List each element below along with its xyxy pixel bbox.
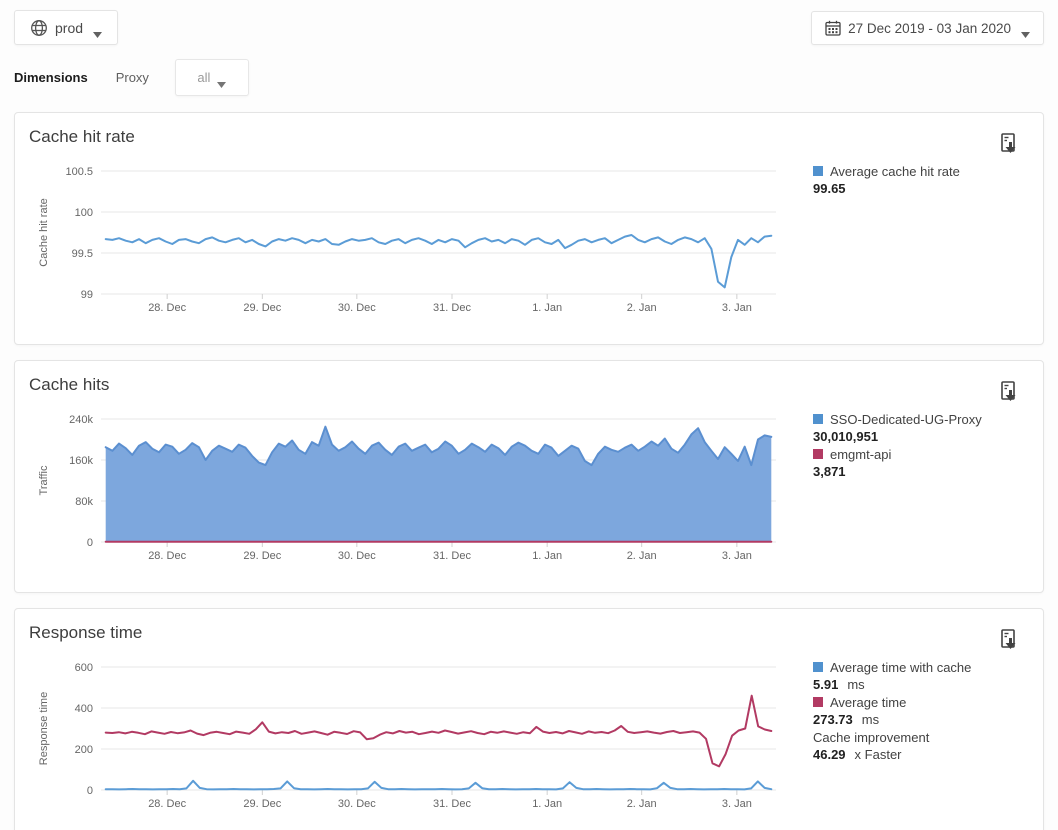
chevron-down-icon	[1021, 25, 1030, 31]
dimension-name-proxy: Proxy	[116, 70, 149, 85]
svg-text:99: 99	[81, 289, 93, 301]
svg-text:99.5: 99.5	[72, 248, 93, 260]
svg-text:1. Jan: 1. Jan	[532, 550, 562, 562]
cache-hits-chart[interactable]: 240k 160k 80k 0 28. Dec 29. Dec 30. Dec 31. Dec…	[31, 411, 791, 571]
chart-legend: Average time with cache5.91msAverage tim…	[813, 658, 1039, 763]
svg-text:29. Dec: 29. Dec	[243, 302, 281, 314]
chart-legend: Average cache hit rate99.65	[813, 162, 1039, 197]
legend-value: 273.73ms	[813, 711, 1039, 728]
environment-selector[interactable]: prod	[14, 10, 118, 45]
svg-text:3. Jan: 3. Jan	[722, 302, 752, 314]
svg-text:29. Dec: 29. Dec	[243, 798, 281, 810]
svg-text:100: 100	[75, 207, 93, 219]
chart-legend: SSO-Dedicated-UG-Proxy30,010,951emgmt-ap…	[813, 410, 1039, 480]
svg-text:3. Jan: 3. Jan	[722, 798, 752, 810]
legend-label: Cache improvement	[813, 729, 929, 746]
card-title: Cache hit rate	[29, 127, 135, 147]
legend-swatch	[813, 662, 823, 672]
svg-text:28. Dec: 28. Dec	[148, 798, 186, 810]
legend-value: 3,871	[813, 463, 1039, 480]
legend-value: 5.91ms	[813, 676, 1039, 693]
svg-text:30. Dec: 30. Dec	[338, 798, 376, 810]
legend-swatch	[813, 414, 823, 424]
legend-value: 46.29x Faster	[813, 746, 1039, 763]
svg-text:28. Dec: 28. Dec	[148, 550, 186, 562]
svg-text:Traffic: Traffic	[38, 465, 50, 495]
cache-hit-rate-chart[interactable]: 100.5 100 99.5 99 28. Dec 29. Dec 30. Dec 31. D…	[31, 163, 791, 323]
export-report-icon[interactable]	[999, 629, 1021, 653]
svg-text:1. Jan: 1. Jan	[532, 798, 562, 810]
svg-text:Cache hit rate: Cache hit rate	[38, 198, 50, 266]
svg-text:31. Dec: 31. Dec	[433, 550, 471, 562]
legend-swatch	[813, 449, 823, 459]
svg-text:160k: 160k	[69, 455, 93, 467]
export-report-icon[interactable]	[999, 381, 1021, 405]
proxy-filter-dropdown[interactable]: all	[175, 59, 249, 96]
svg-text:0: 0	[87, 537, 93, 549]
calendar-icon	[825, 20, 841, 36]
globe-icon	[30, 19, 48, 37]
legend-label: emgmt-api	[830, 446, 891, 463]
dimensions-bar: Dimensions Proxy all	[14, 59, 249, 96]
legend-item: emgmt-api	[813, 446, 1039, 463]
card-title: Cache hits	[29, 375, 109, 395]
svg-text:31. Dec: 31. Dec	[433, 798, 471, 810]
svg-text:30. Dec: 30. Dec	[338, 302, 376, 314]
svg-text:2. Jan: 2. Jan	[627, 798, 657, 810]
legend-label: Average time	[830, 694, 906, 711]
svg-text:2. Jan: 2. Jan	[627, 302, 657, 314]
legend-item: Cache improvement	[813, 729, 1039, 746]
response-time-card: Response time Average time with cache5.9…	[14, 608, 1044, 830]
chevron-down-icon	[93, 25, 102, 31]
svg-text:30. Dec: 30. Dec	[338, 550, 376, 562]
svg-text:Response time: Response time	[38, 692, 50, 765]
svg-text:100.5: 100.5	[65, 166, 93, 178]
svg-text:400: 400	[75, 703, 93, 715]
legend-swatch	[813, 166, 823, 176]
svg-text:3. Jan: 3. Jan	[722, 550, 752, 562]
svg-text:200: 200	[75, 744, 93, 756]
environment-label: prod	[55, 20, 83, 36]
response-time-chart[interactable]: 600 400 200 0 28. Dec 29. Dec 30. Dec 31. Dec 1.…	[31, 659, 791, 819]
legend-label: SSO-Dedicated-UG-Proxy	[830, 411, 982, 428]
legend-item: Average cache hit rate	[813, 163, 1039, 180]
chevron-down-icon	[217, 75, 226, 81]
cache-hit-rate-card: Cache hit rate Average cache hit rate99.…	[14, 112, 1044, 345]
svg-text:29. Dec: 29. Dec	[243, 550, 281, 562]
svg-text:80k: 80k	[75, 496, 93, 508]
svg-text:600: 600	[75, 662, 93, 674]
svg-text:0: 0	[87, 785, 93, 797]
export-report-icon[interactable]	[999, 133, 1021, 157]
legend-item: Average time with cache	[813, 659, 1039, 676]
cache-hits-card: Cache hits SSO-Dedicated-UG-Proxy30,010,…	[14, 360, 1044, 593]
svg-text:2. Jan: 2. Jan	[627, 550, 657, 562]
dimensions-label: Dimensions	[14, 70, 88, 85]
legend-label: Average cache hit rate	[830, 163, 960, 180]
legend-item: SSO-Dedicated-UG-Proxy	[813, 411, 1039, 428]
legend-item: Average time	[813, 694, 1039, 711]
legend-value: 99.65	[813, 180, 1039, 197]
date-range-picker[interactable]: 27 Dec 2019 - 03 Jan 2020	[811, 11, 1044, 45]
card-title: Response time	[29, 623, 142, 643]
svg-text:1. Jan: 1. Jan	[532, 302, 562, 314]
legend-swatch	[813, 697, 823, 707]
legend-value: 30,010,951	[813, 428, 1039, 445]
date-range-label: 27 Dec 2019 - 03 Jan 2020	[848, 21, 1011, 36]
proxy-filter-value: all	[197, 70, 210, 85]
svg-text:31. Dec: 31. Dec	[433, 302, 471, 314]
svg-text:28. Dec: 28. Dec	[148, 302, 186, 314]
svg-text:240k: 240k	[69, 414, 93, 426]
legend-label: Average time with cache	[830, 659, 971, 676]
